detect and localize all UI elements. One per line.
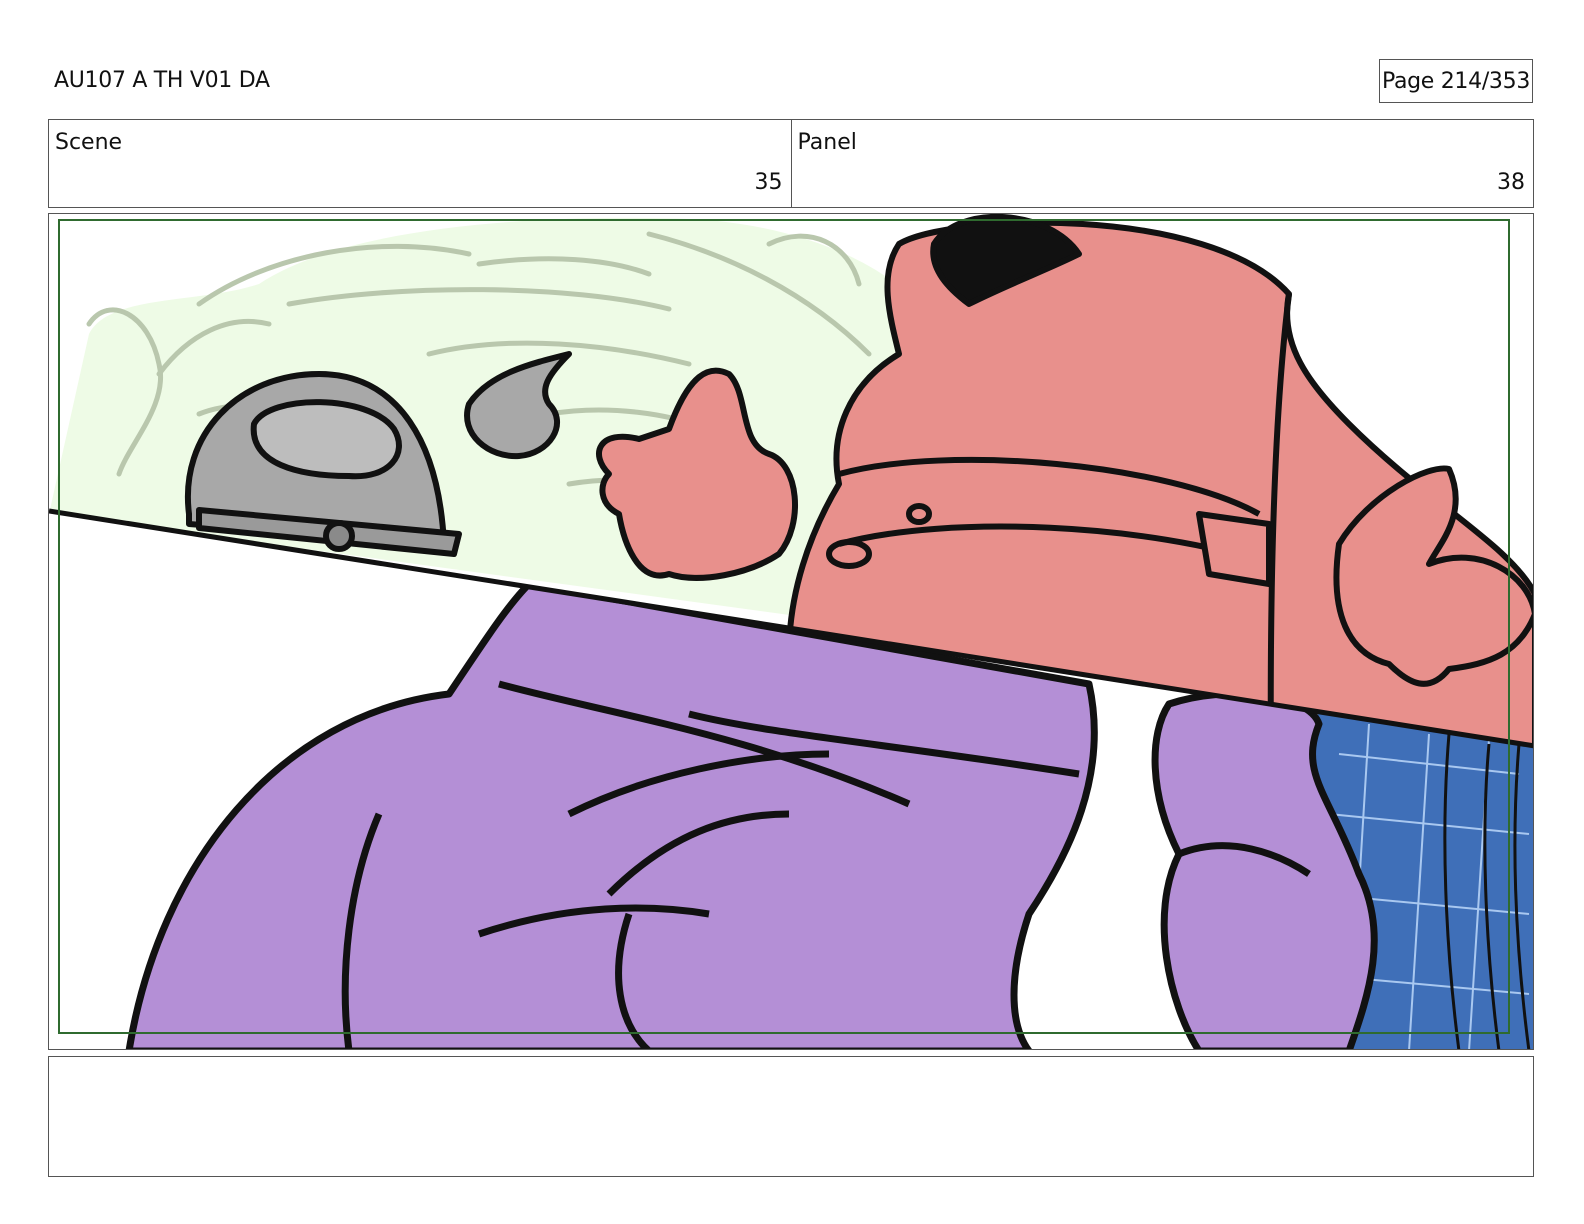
- panel-artwork: [49, 214, 1533, 1049]
- panel-cell: Panel 38: [790, 120, 1534, 207]
- scene-cell: Scene 35: [49, 120, 791, 207]
- panel-label: Panel: [797, 130, 857, 155]
- scene-panel-info-table: Scene 35 Panel 38: [48, 119, 1534, 208]
- scene-label: Scene: [55, 130, 123, 155]
- page-number-box: Page 214/353: [1379, 59, 1533, 103]
- scene-number: 35: [754, 170, 783, 195]
- panel-number: 38: [1497, 170, 1525, 195]
- storyboard-panel-image: [48, 213, 1534, 1050]
- document-title: AU107 A TH V01 DA: [54, 68, 270, 93]
- panel-notes-box: [48, 1056, 1534, 1177]
